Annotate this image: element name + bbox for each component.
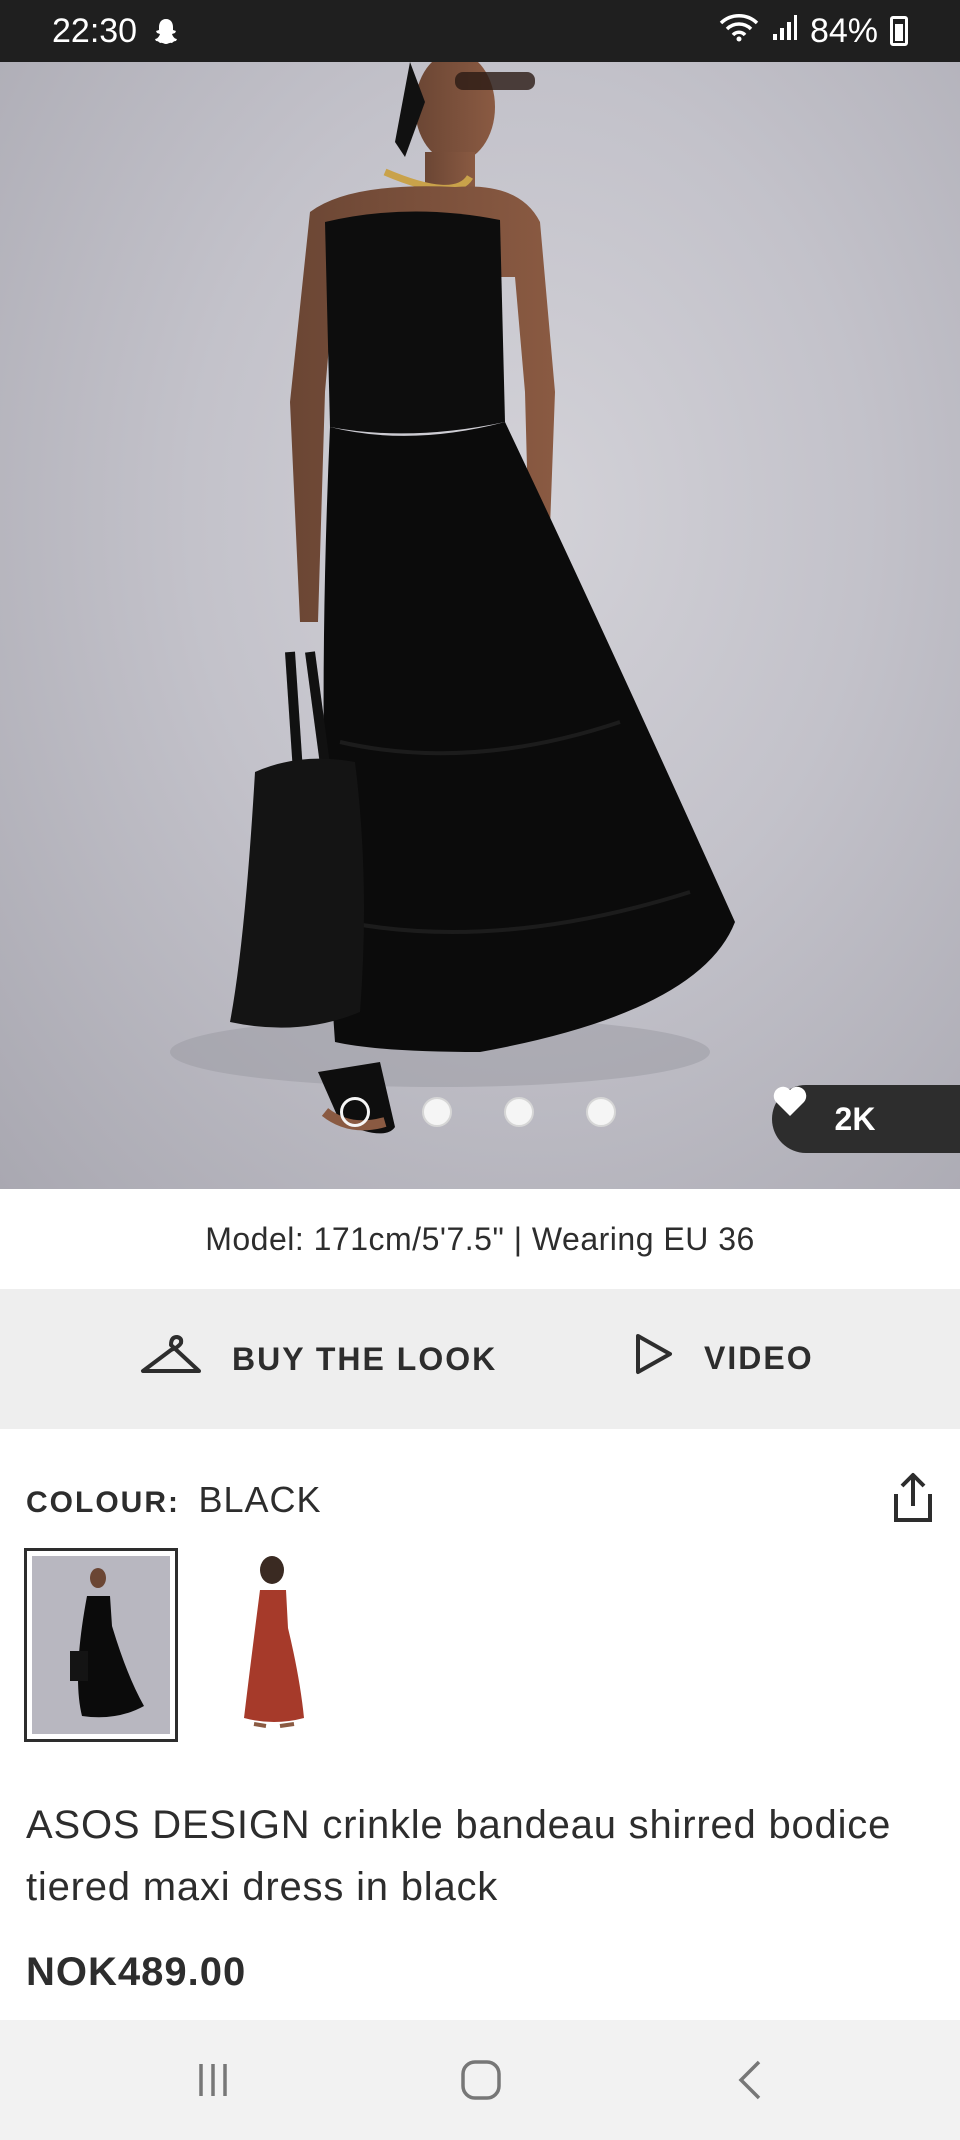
colour-label: COLOUR: — [26, 1486, 180, 1519]
share-icon[interactable] — [890, 1472, 936, 1529]
colour-swatch-red[interactable] — [214, 1548, 368, 1742]
home-button[interactable] — [451, 2050, 511, 2110]
like-count: 2K — [834, 1100, 876, 1137]
product-price: NOK489.00 — [26, 1950, 247, 1994]
snapchat-icon — [151, 16, 181, 46]
system-navigation-bar — [0, 2020, 960, 2140]
home-icon — [461, 2060, 501, 2100]
buy-the-look-label: BUY THE LOOK — [232, 1340, 498, 1377]
back-icon — [738, 2060, 761, 2100]
status-bar: 22:30 84% — [0, 0, 960, 62]
product-photo — [170, 62, 735, 1134]
colour-value: BLACK — [198, 1479, 322, 1520]
wifi-icon — [718, 12, 760, 51]
back-button[interactable] — [721, 2050, 781, 2110]
colour-swatches — [24, 1548, 368, 1742]
red-dress-thumbnail — [214, 1548, 368, 1742]
recent-apps-button[interactable] — [183, 2050, 243, 2110]
media-action-bar: BUY THE LOOK VIDEO — [0, 1289, 960, 1429]
black-dress-thumbnail — [32, 1556, 170, 1734]
product-image-gallery[interactable]: 2K — [0, 62, 960, 1189]
video-button[interactable]: VIDEO — [634, 1333, 814, 1383]
hanger-icon — [140, 1333, 202, 1385]
play-icon — [634, 1333, 674, 1383]
signal-icon — [772, 12, 798, 51]
gallery-dot[interactable] — [340, 1097, 370, 1127]
colour-swatch-black[interactable] — [24, 1548, 178, 1742]
video-label: VIDEO — [704, 1339, 814, 1376]
battery-text: 84% — [809, 11, 878, 50]
status-time: 22:30 — [52, 11, 138, 50]
gallery-pagination — [340, 1097, 616, 1127]
recent-apps-icon — [199, 2064, 227, 2096]
save-for-later-button[interactable]: 2K — [772, 1085, 960, 1153]
colour-row: COLOUR: BLACK — [26, 1470, 936, 1530]
buy-the-look-button[interactable]: BUY THE LOOK — [140, 1333, 497, 1385]
gallery-dot[interactable] — [586, 1097, 616, 1127]
model-size-info: Model: 171cm/5'7.5" | Wearing EU 36 — [205, 1220, 755, 1257]
product-title: ASOS DESIGN crinkle bandeau shirred bodi… — [26, 1803, 892, 1909]
battery-icon — [890, 16, 908, 46]
gallery-dot[interactable] — [504, 1097, 534, 1127]
gallery-dot[interactable] — [422, 1097, 452, 1127]
